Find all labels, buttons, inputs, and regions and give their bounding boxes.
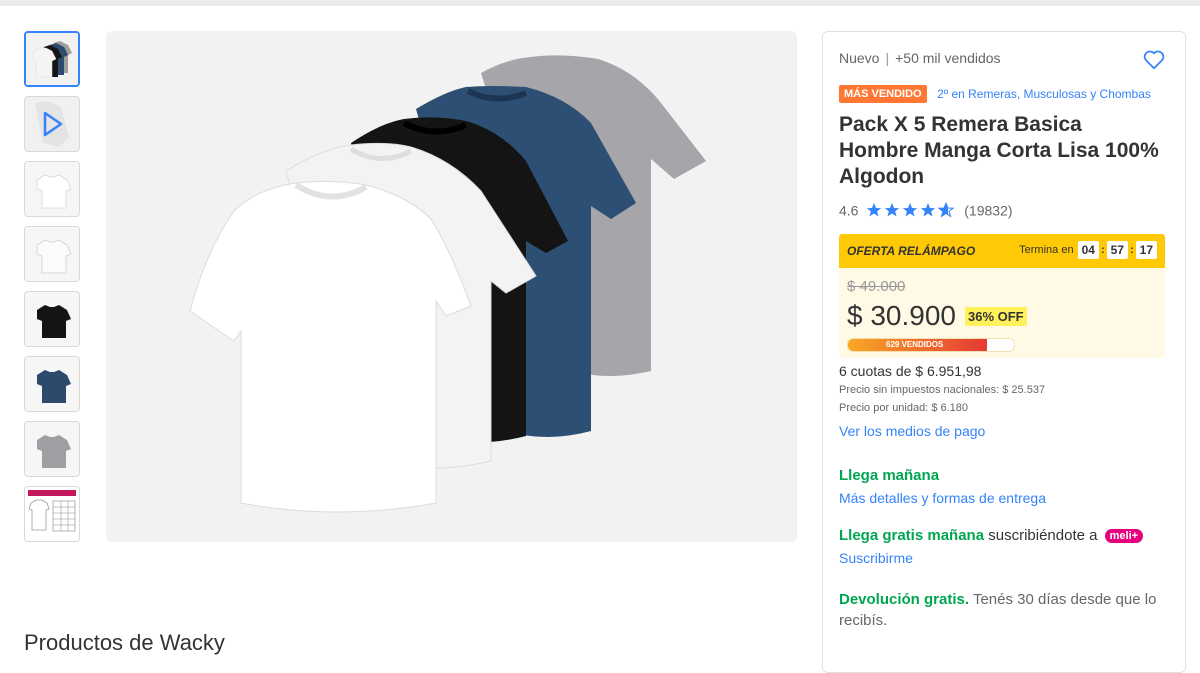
thumbnail-video[interactable] [24, 96, 80, 152]
sold-progress-label: 629 VENDIDOS [886, 340, 944, 349]
subscribe-link[interactable]: Suscribirme [839, 550, 913, 566]
top-bar [0, 0, 1200, 6]
product-title: Pack X 5 Remera Basica Hombre Manga Cort… [839, 113, 1159, 188]
countdown-colon: : [1129, 244, 1134, 256]
best-seller-badge: MÁS VENDIDO [839, 85, 927, 103]
returns-info: Devolución gratis. Tenés 30 días desde q… [839, 589, 1169, 631]
rating-value: 4.6 [839, 202, 859, 219]
free-delivery-subscription: Llega gratis mañana suscribiéndote a mel… [839, 527, 1144, 544]
thumbnail-gray[interactable] [24, 421, 80, 477]
thumbnail-white-angle[interactable] [24, 226, 80, 282]
payment-methods-link[interactable]: Ver los medios de pago [839, 423, 985, 439]
thumbnail-navy[interactable] [24, 356, 80, 412]
sold-count: +50 mil vendidos [895, 50, 1001, 66]
discount-badge: 36% OFF [965, 307, 1027, 326]
rating-count: (19832) [964, 202, 1013, 219]
price-box: $ 49.000 $ 30.900 36% OFF 629 VENDIDOS [839, 268, 1165, 358]
thumbnail-list [24, 31, 80, 551]
countdown-colon: : [1100, 244, 1105, 256]
thumbnail-black[interactable] [24, 291, 80, 347]
seller-products-title: Productos de Wacky [24, 630, 225, 655]
unit-price: Precio por unidad: $ 6.180 [839, 402, 969, 414]
rating[interactable]: 4.6 (19832) [839, 201, 1013, 218]
countdown-hours: 04 [1077, 241, 1099, 259]
thumbnail-pack[interactable] [24, 31, 80, 87]
delivery-details-link[interactable]: Más detalles y formas de entrega [839, 490, 1046, 506]
flash-countdown: Termina en 04:57:17 [1019, 241, 1157, 259]
price-without-taxes: Precio sin impuestos nacionales: $ 25.53… [839, 384, 1046, 396]
sold-progress-bar: 629 VENDIDOS [847, 338, 1015, 352]
countdown-seconds: 17 [1135, 241, 1157, 259]
delivery-arrives: Llega mañana [839, 467, 940, 484]
subscribe-text: suscribiéndote a [988, 527, 1098, 544]
installments: 6 cuotas de $ 6.951,98 [839, 363, 982, 379]
meli-plus-badge: meli+ [1104, 529, 1144, 544]
countdown-minutes: 57 [1106, 241, 1128, 259]
favorite-heart-icon[interactable] [1141, 46, 1167, 72]
thumbnail-white-front[interactable] [24, 161, 80, 217]
current-price: $ 30.900 [847, 300, 956, 331]
free-delivery-label: Llega gratis mañana [839, 527, 985, 544]
badge-row: MÁS VENDIDO 2º en Remeras, Musculosas y … [839, 85, 1151, 105]
flash-offer-label: OFERTA RELÁMPAGO [847, 244, 976, 258]
separator: | [885, 50, 890, 66]
rating-stars-icon [867, 202, 955, 218]
product-subtitle: Nuevo | +50 mil vendidos [839, 50, 1001, 66]
original-price: $ 49.000 [847, 278, 906, 295]
flash-offer-banner: OFERTA RELÁMPAGO Termina en 04:57:17 [839, 234, 1165, 268]
category-rank-link[interactable]: 2º en Remeras, Musculosas y Chombas [937, 87, 1151, 101]
countdown-label: Termina en [1019, 244, 1074, 256]
main-product-image[interactable] [106, 31, 797, 542]
buy-box: Nuevo | +50 mil vendidos MÁS VENDIDO 2º en… [822, 31, 1186, 673]
returns-bold: Devolución gratis. [839, 591, 970, 608]
thumbnail-size-chart[interactable] [24, 486, 80, 542]
condition-label: Nuevo [839, 50, 880, 66]
